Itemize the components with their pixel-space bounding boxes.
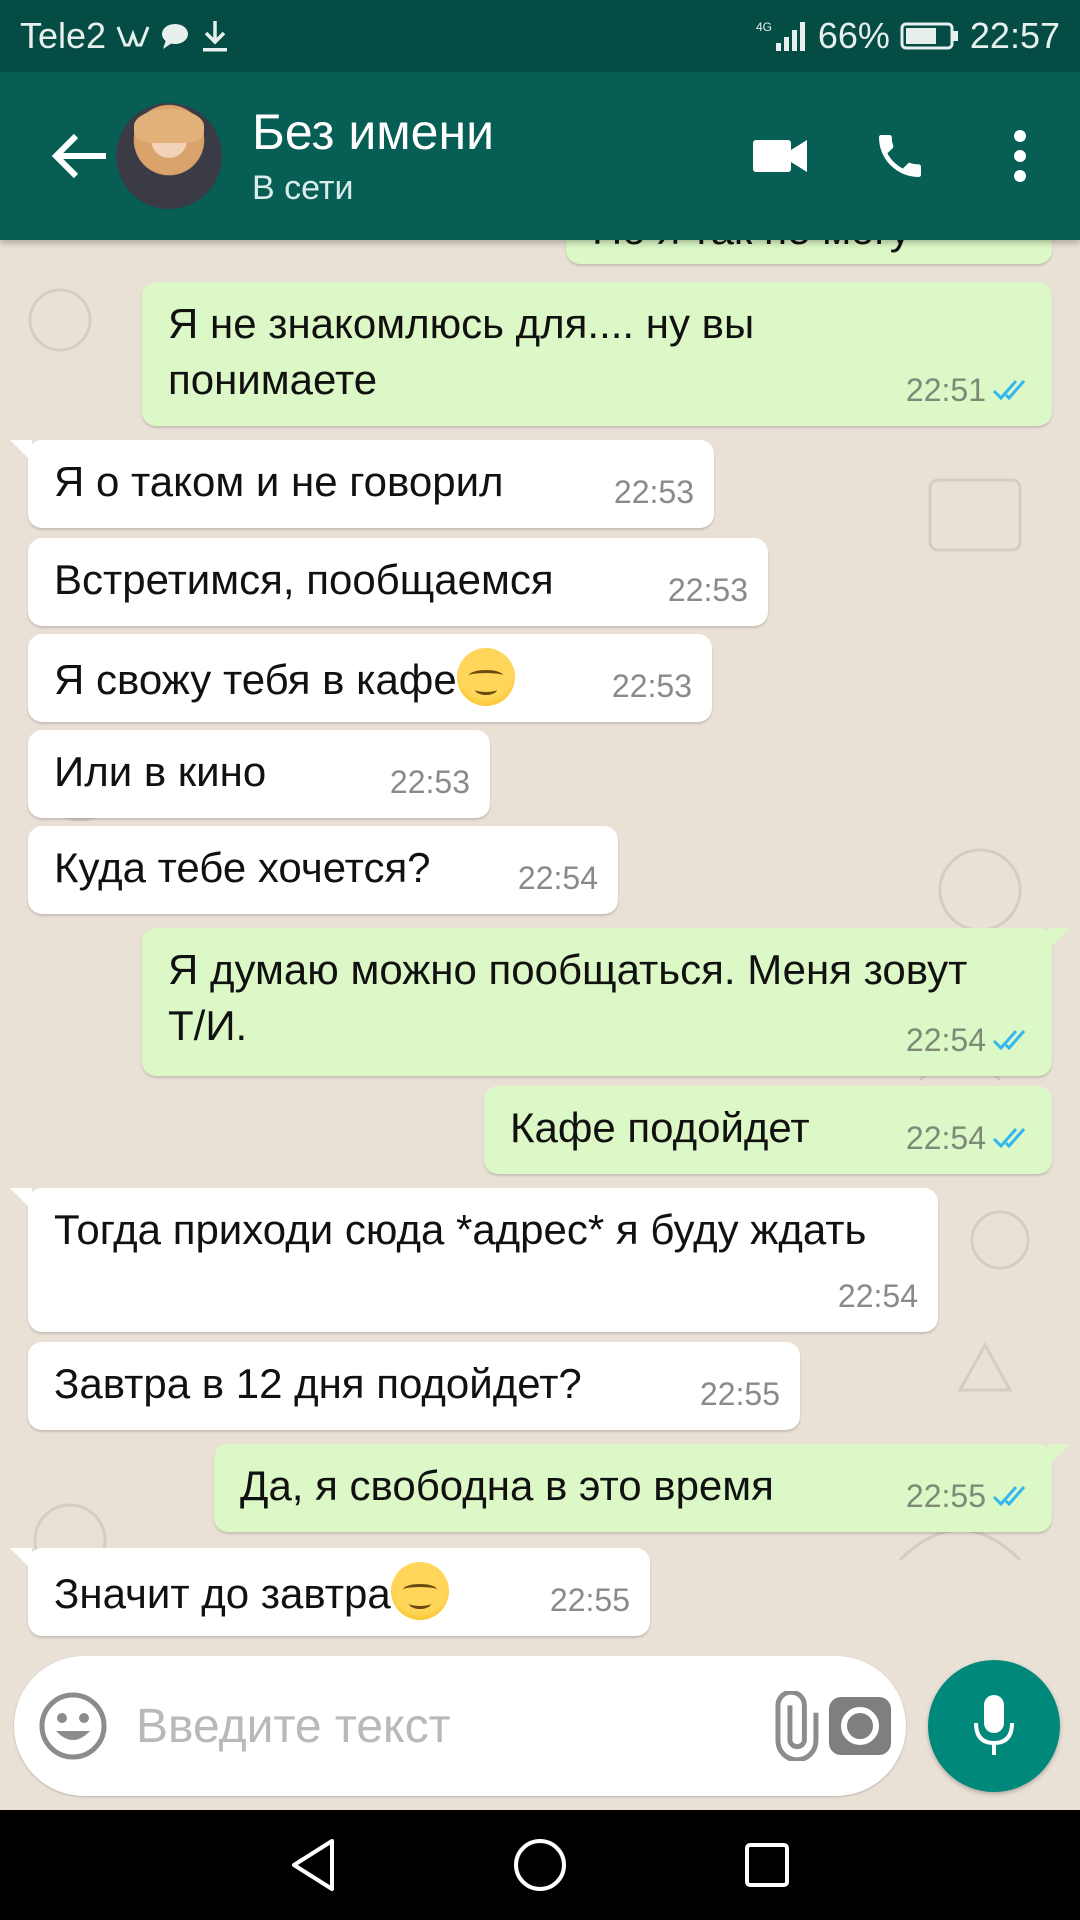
message-time: 22:50 [906, 240, 986, 256]
contact-name: Без имени [252, 104, 494, 160]
message-incoming[interactable]: Или в кино 22:53 [28, 730, 490, 818]
relieved-face-emoji [390, 1562, 449, 1620]
back-arrow-icon [51, 133, 106, 179]
camera-button[interactable] [827, 1678, 893, 1774]
clock: 22:57 [969, 15, 1060, 56]
message-incoming[interactable]: Завтра в 12 дня подойдет? 22:55 [28, 1342, 800, 1430]
contact-info[interactable]: Без имени В сети [252, 102, 494, 210]
message-text: Я не знакомлюсь для.... ну вы понимаете [168, 300, 755, 403]
camera-icon [829, 1697, 891, 1755]
carrier-label: Tele2 [20, 15, 107, 56]
message-text: Я думаю можно пообщаться. Меня зовут Т/И… [168, 946, 968, 1049]
more-vert-icon [1014, 130, 1026, 182]
message-incoming[interactable]: Тогда приходи сюда *адрес* я буду ждать … [10, 1188, 938, 1332]
triangle-back-icon [292, 1839, 335, 1891]
video-camera-icon [753, 140, 807, 172]
avatar[interactable] [116, 103, 222, 209]
message-time: 22:54 [517, 860, 598, 896]
message-text: Завтра в 12 дня подойдет? [54, 1360, 582, 1407]
message-incoming[interactable]: Я свожу тебя в кафе 22:53 [28, 634, 712, 722]
network-type-label: 4G [756, 20, 772, 34]
signal-icon: 4G [756, 19, 808, 53]
message-outgoing[interactable]: Да, я свободна в это время 22:55 [214, 1444, 1070, 1532]
double-check-icon [992, 1483, 1032, 1509]
message-time: 22:53 [389, 764, 470, 800]
message-text: Я свожу тебя в кафе [54, 656, 457, 703]
message-incoming[interactable]: Значит до завтра 22:55 [10, 1548, 650, 1636]
vk-icon [116, 24, 150, 48]
message-time: 22:55 [905, 1478, 986, 1514]
message-time: 22:53 [667, 572, 748, 608]
message-text: Кафе подойдет [510, 1104, 810, 1151]
double-check-icon [992, 240, 1032, 241]
message-time: 22:54 [905, 1022, 986, 1058]
message-time: 22:53 [613, 474, 694, 510]
voice-call-button[interactable] [840, 96, 960, 216]
system-nav-bar [0, 1810, 1080, 1920]
square-recents-icon [744, 1843, 789, 1887]
message-text: Я о таком и не говорил [54, 458, 504, 505]
message-text: Да, я свободна в это время [240, 1462, 774, 1509]
microphone-icon [974, 1695, 1014, 1755]
message-time: 22:55 [549, 1582, 630, 1618]
message-outgoing[interactable]: Кафе подойдет 22:54 [484, 1086, 1052, 1174]
message-text: Но я так не могу [592, 240, 911, 253]
contact-status: В сети [252, 169, 354, 207]
message-incoming[interactable]: Куда тебе хочется? 22:54 [28, 826, 618, 914]
message-time: 22:54 [905, 1120, 986, 1156]
more-options-button[interactable] [960, 96, 1080, 216]
attach-button[interactable] [757, 1678, 827, 1774]
message-time: 22:54 [837, 1278, 918, 1314]
relieved-face-emoji [456, 648, 515, 706]
status-bar: Tele2 4G 66% 22:57 [0, 0, 1080, 72]
message-incoming[interactable]: Встретимся, пообщаемся 22:53 [28, 538, 768, 626]
message-outgoing[interactable]: Но я так не могу 22:50 [566, 240, 1052, 264]
message-text: Встретимся, пообщаемся [54, 556, 554, 603]
chat-header: Без имени В сети [0, 72, 1080, 240]
nav-back-button[interactable] [263, 1815, 363, 1915]
double-check-icon [992, 1125, 1032, 1151]
message-outgoing[interactable]: Я думаю можно пообщаться. Меня зовут Т/И… [142, 928, 1070, 1076]
voice-record-button[interactable] [928, 1660, 1060, 1792]
battery-icon [900, 21, 960, 51]
circle-home-icon [513, 1839, 566, 1891]
chat-bubble-icon [160, 22, 190, 50]
smiley-icon [39, 1692, 107, 1760]
phone-icon [879, 135, 921, 177]
back-button[interactable] [30, 106, 130, 206]
message-text: Тогда приходи сюда *адрес* я буду ждать [54, 1206, 867, 1253]
paperclip-icon [775, 1691, 819, 1761]
composer [14, 1656, 906, 1796]
message-time: 22:55 [699, 1376, 780, 1412]
double-check-icon [992, 1027, 1032, 1053]
battery-percent: 66% [817, 15, 890, 56]
message-time: 22:51 [905, 372, 986, 408]
nav-home-button[interactable] [490, 1815, 590, 1915]
nav-recents-button[interactable] [717, 1815, 817, 1915]
video-call-button[interactable] [720, 96, 840, 216]
chat-area[interactable]: Но я так не могу 22:50 Я не знакомлюсь д… [0, 240, 1080, 1650]
message-outgoing[interactable]: Я не знакомлюсь для.... ну вы понимаете … [142, 282, 1052, 426]
download-icon [200, 19, 230, 53]
message-time: 22:53 [611, 668, 692, 704]
message-text: Куда тебе хочется? [54, 844, 431, 891]
double-check-icon [992, 377, 1032, 403]
message-text: Значит до завтра [54, 1570, 391, 1617]
message-text: Или в кино [54, 748, 267, 795]
message-incoming[interactable]: Я о таком и не говорил 22:53 [10, 440, 714, 528]
message-input[interactable] [108, 1656, 757, 1796]
emoji-button[interactable] [38, 1678, 108, 1774]
